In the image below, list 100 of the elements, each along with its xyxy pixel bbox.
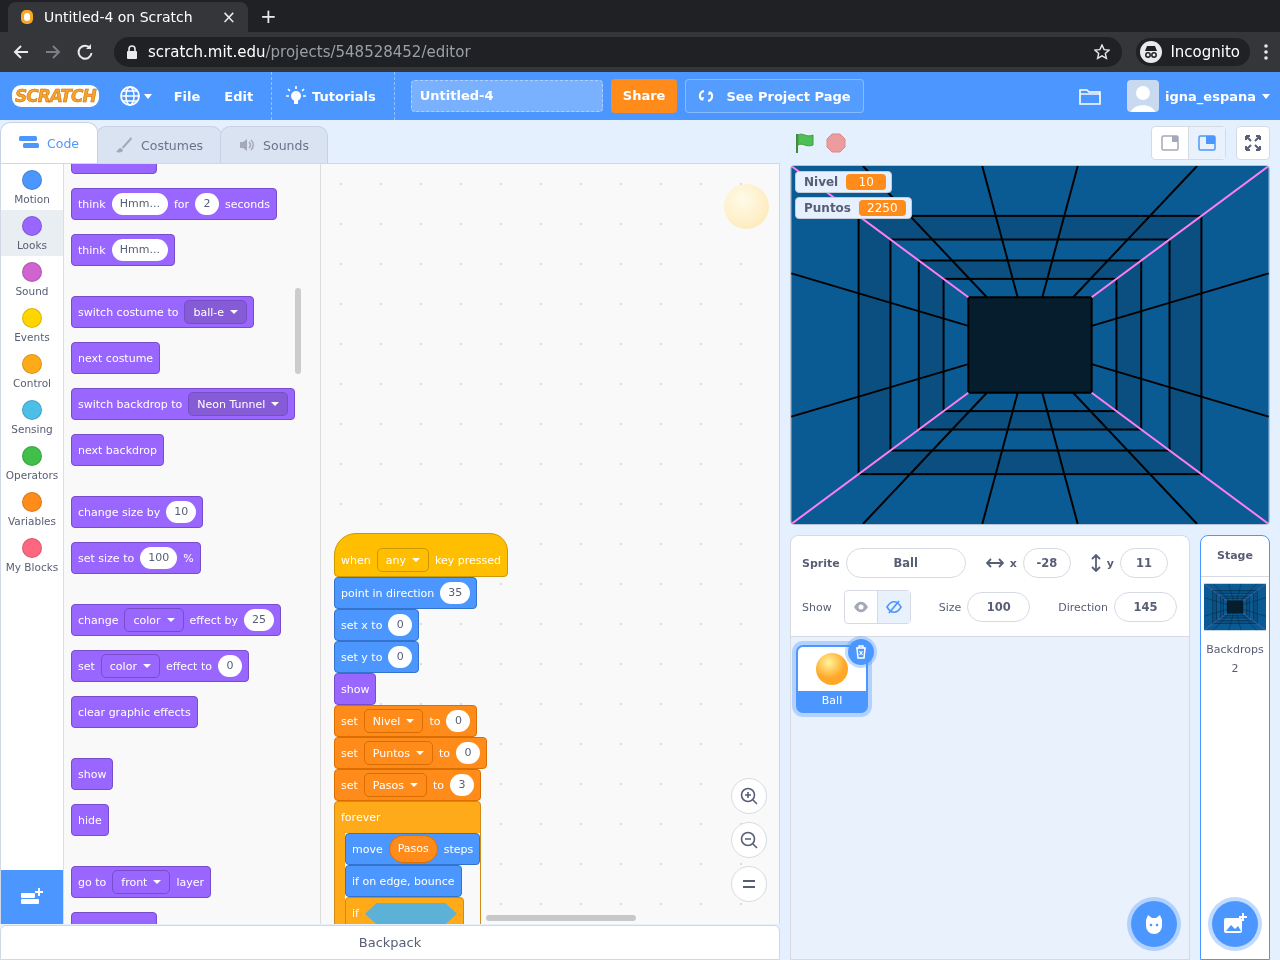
editor-tab[interactable]: Sounds [220, 126, 328, 164]
block-input[interactable]: 100 [140, 547, 178, 570]
browser-tab[interactable]: Untitled-4 on Scratch × [8, 2, 248, 32]
folder-icon[interactable] [1079, 87, 1102, 105]
small-stage-icon [1161, 134, 1179, 151]
looks-block[interactable]: think Hmm... [71, 234, 175, 267]
block-dropdown[interactable]: color [100, 654, 160, 679]
add-sprite-button[interactable] [1131, 901, 1177, 947]
block-dropdown[interactable]: ball-e [184, 300, 247, 325]
profile-label: Incognito [1170, 43, 1240, 61]
category-item[interactable]: My Blocks [1, 532, 63, 579]
category-item[interactable]: Sensing [1, 394, 63, 441]
tab-title: Untitled-4 on Scratch [44, 9, 194, 25]
block-input[interactable]: 0 [446, 710, 471, 733]
stop-icon[interactable] [826, 132, 846, 153]
flag-icon[interactable] [794, 131, 816, 154]
sprite-name-field[interactable]: Ball [845, 548, 966, 578]
looks-block[interactable]: clear graphic effects [71, 696, 198, 729]
globe-icon [118, 85, 141, 107]
stage-size-button[interactable] [1189, 126, 1225, 159]
looks-block[interactable]: change color effect by 25 [71, 604, 282, 637]
looks-block[interactable]: switch backdrop to Neon Tunnel [71, 388, 296, 421]
back-icon[interactable] [12, 43, 30, 61]
new-tab-button[interactable]: + [260, 2, 277, 32]
scrollbar[interactable] [295, 288, 301, 375]
looks-block[interactable]: set color effect to 0 [71, 650, 249, 683]
block-input[interactable]: 0 [456, 742, 481, 765]
block-input[interactable]: 10 [166, 501, 197, 524]
block-dropdown[interactable]: front [112, 870, 171, 895]
looks-block[interactable]: think Hmm... for 2 seconds [71, 188, 277, 221]
block-text: set [341, 746, 358, 760]
block-input[interactable]: Hmm... [111, 193, 168, 216]
category-item[interactable]: Operators [1, 440, 63, 487]
block-input[interactable]: 25 [244, 609, 275, 632]
category-item[interactable]: Motion [1, 164, 63, 211]
category-item[interactable]: Events [1, 302, 63, 349]
reset-zoom-button[interactable] [731, 866, 767, 903]
looks-block[interactable]: change size by 10 [71, 496, 204, 529]
variables-block[interactable]: set Nivel to 0 [334, 705, 478, 738]
y-field[interactable]: 11 [1120, 548, 1168, 578]
add-backdrop-button[interactable] [1212, 901, 1258, 947]
direction-field[interactable]: 145 [1114, 592, 1177, 622]
block-dropdown[interactable]: color [124, 608, 184, 633]
editor-tab[interactable]: Costumes [96, 126, 223, 164]
block-text: for [173, 197, 189, 211]
motion-block[interactable]: point in direction 35 [334, 577, 478, 610]
block-text: to [439, 746, 451, 760]
looks-block[interactable]: hide [71, 804, 109, 837]
close-tab-button[interactable]: × [221, 7, 236, 27]
block-input[interactable]: 2 [195, 193, 219, 216]
looks-block[interactable]: show [71, 758, 114, 791]
avatar-icon [1127, 80, 1160, 112]
block-input[interactable]: 3 [449, 774, 474, 797]
field-label: x [1009, 556, 1017, 570]
category-item[interactable]: Sound [1, 256, 63, 303]
variables-block[interactable]: set Pasos to 3 [334, 769, 481, 802]
add-extension-button[interactable] [1, 870, 63, 925]
block-input[interactable]: 35 [440, 582, 471, 605]
motion-block[interactable]: set y to 0 [334, 641, 420, 674]
category-item[interactable]: Variables [1, 486, 63, 533]
block-input[interactable]: 0 [217, 655, 242, 678]
block-input[interactable]: Hmm... [111, 239, 168, 262]
brush-icon [115, 136, 133, 155]
reload-icon[interactable] [76, 43, 94, 61]
block-input[interactable]: 0 [388, 614, 413, 637]
looks-block[interactable]: show [334, 673, 377, 706]
size-field[interactable]: 100 [967, 592, 1031, 622]
forward-icon[interactable] [44, 43, 62, 61]
category-item[interactable]: Control [1, 348, 63, 395]
looks-block[interactable]: next costume [71, 342, 161, 375]
x-field[interactable]: -28 [1022, 548, 1071, 578]
block-text: % [183, 551, 194, 565]
star-icon[interactable] [1094, 44, 1111, 60]
looks-block[interactable]: switch costume to ball-e [71, 296, 254, 329]
category-item[interactable]: Looks [1, 210, 63, 257]
variables-block[interactable]: set Puntos to 0 [334, 737, 488, 770]
backpack-header[interactable]: Backpack [0, 925, 780, 960]
block-text: set y to [341, 650, 383, 664]
zoom-in-button[interactable] [731, 778, 767, 815]
looks-block[interactable]: set size to 100 % [71, 542, 201, 575]
incognito-badge[interactable]: Incognito [1136, 38, 1250, 66]
zoom-out-button[interactable] [731, 822, 767, 859]
code-icon [19, 136, 39, 151]
block-text: to [429, 714, 441, 728]
motion-block[interactable]: set x to 0 [334, 609, 420, 642]
field-label: Direction [1058, 600, 1108, 614]
visibility-toggle[interactable] [877, 591, 910, 623]
block-input[interactable]: 0 [388, 646, 413, 669]
backdrops-count: 2 [1231, 662, 1239, 675]
looks-block[interactable]: next backdrop [71, 434, 164, 467]
large-stage-icon [1198, 134, 1216, 151]
more-menu-icon[interactable] [1264, 44, 1268, 60]
address-bar[interactable]: scratch.mit.edu/projects/548528452/editor [114, 37, 1123, 67]
block-text: set [78, 659, 95, 673]
scrollbar[interactable] [486, 915, 636, 922]
delete-button[interactable] [848, 639, 874, 665]
block-dropdown[interactable]: Neon Tunnel [188, 392, 289, 417]
looks-block[interactable]: go to front layer [71, 866, 212, 899]
stage-selector[interactable]: Stage Backdrops 2 [1200, 535, 1270, 960]
fullscreen-button[interactable] [1236, 125, 1270, 160]
